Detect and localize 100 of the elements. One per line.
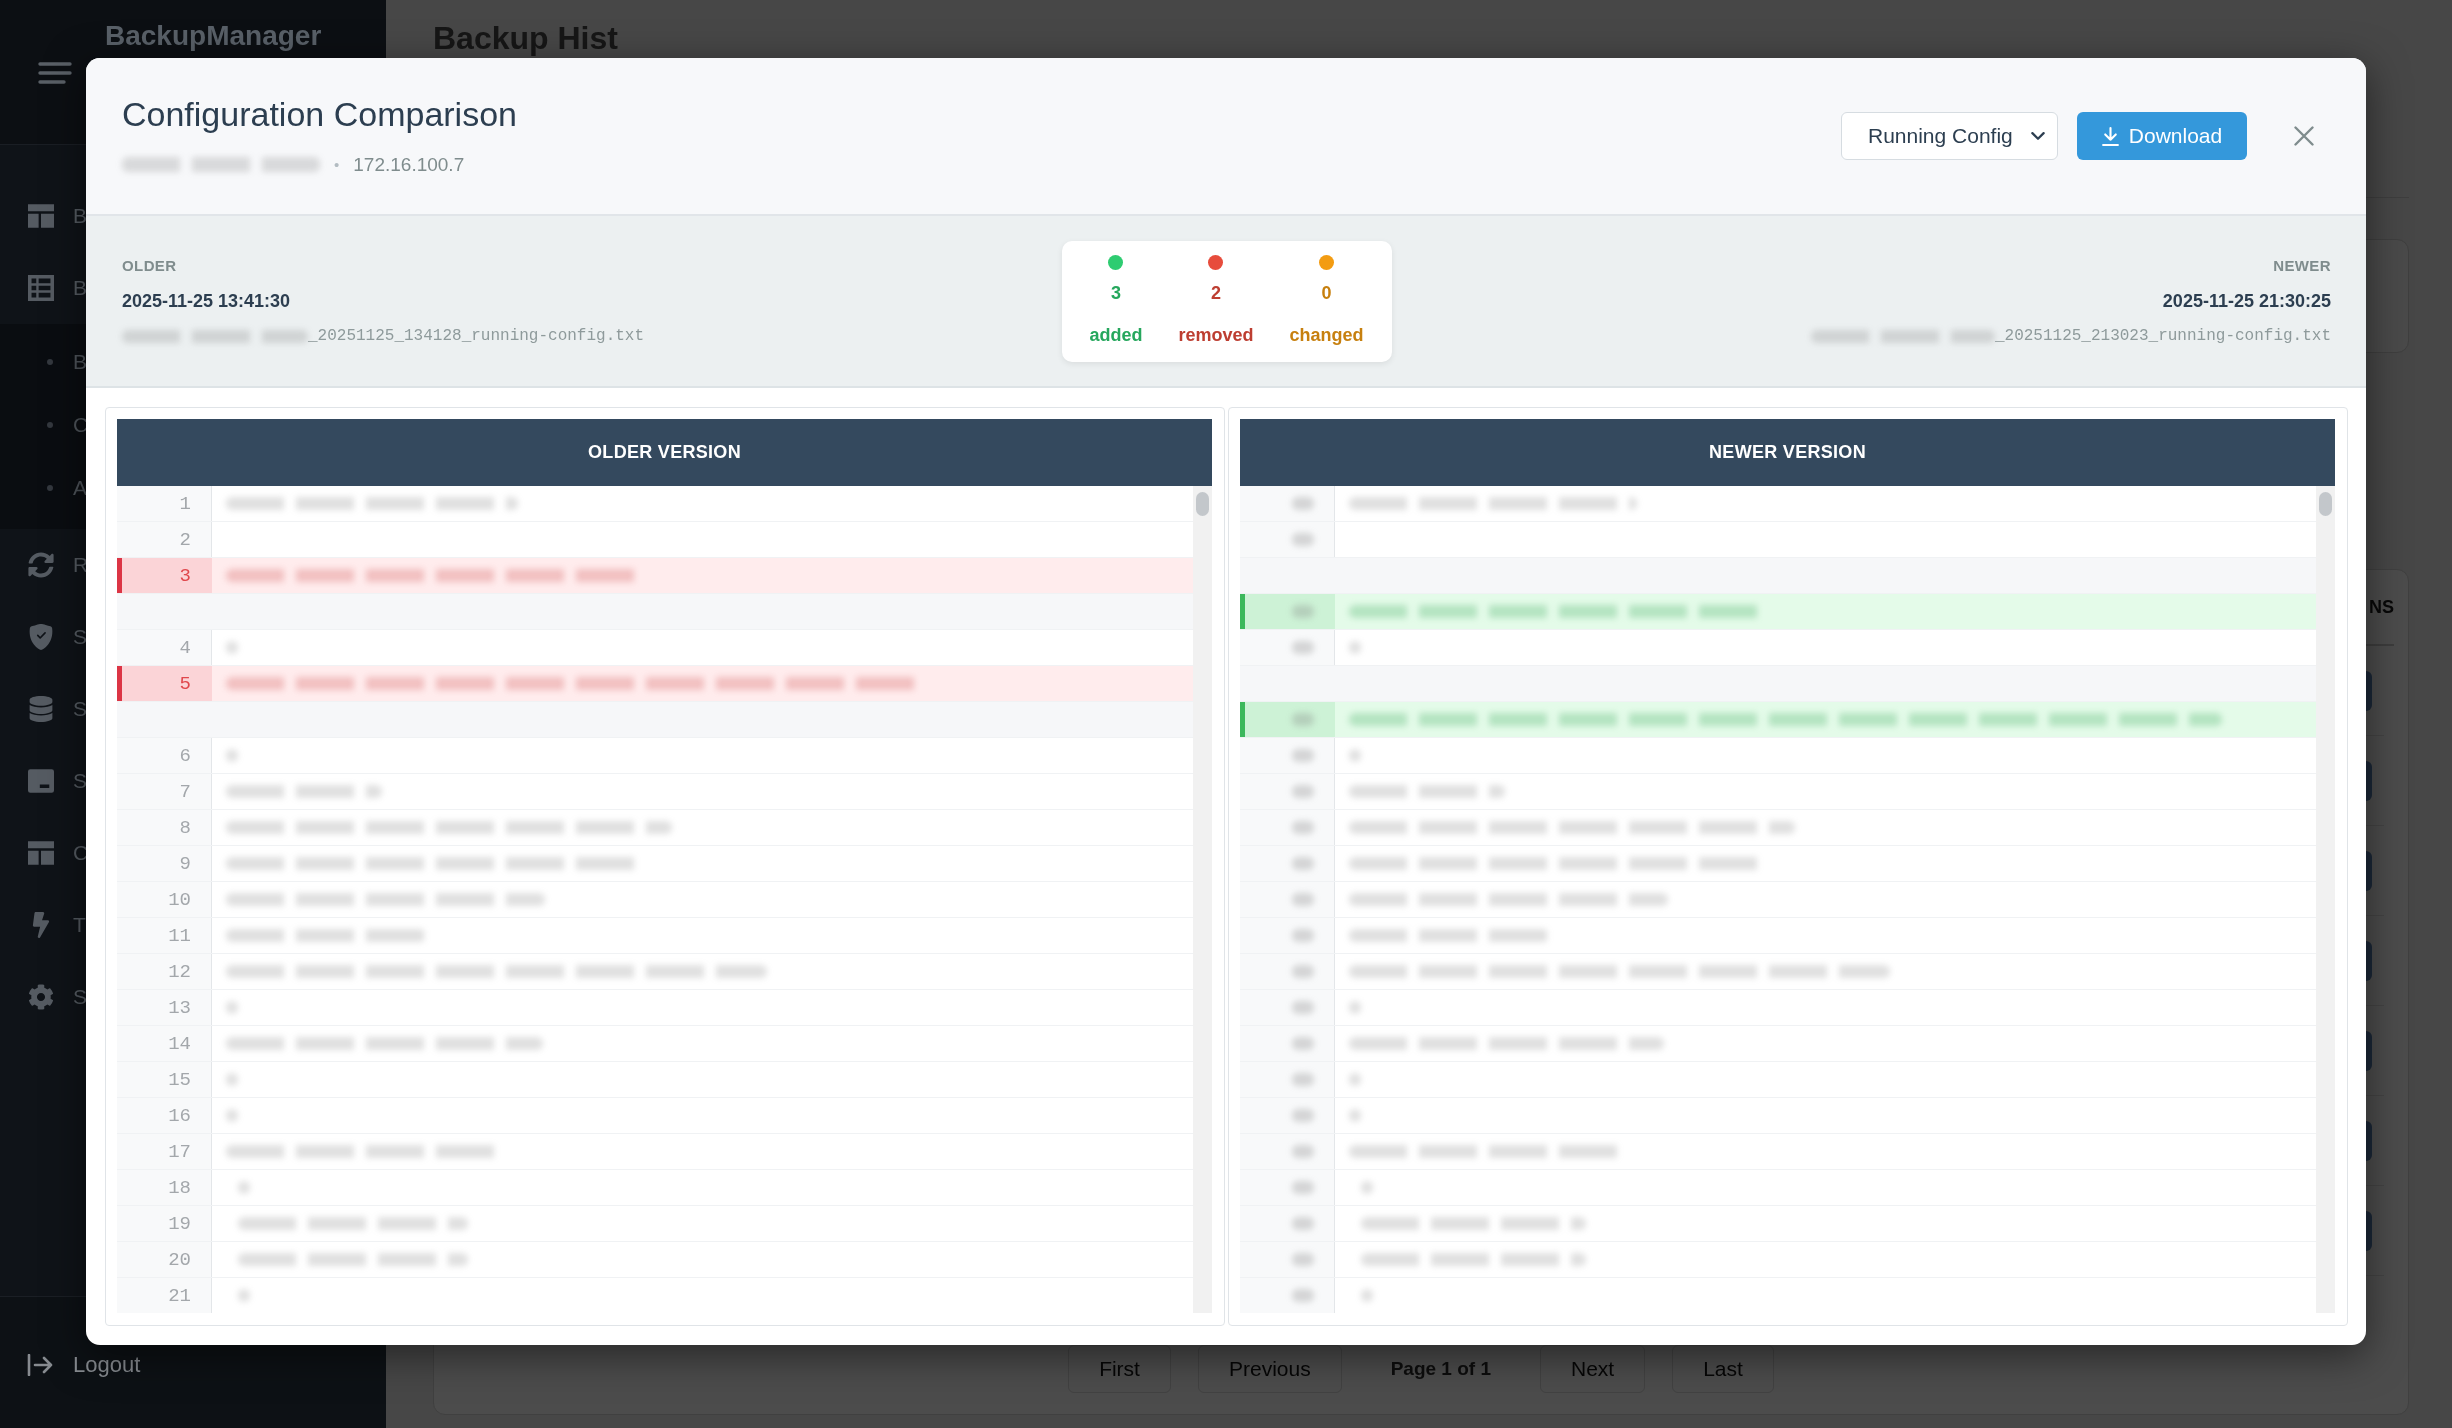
file-name: _20251125_213023_running-config.txt — [1994, 326, 2331, 346]
blurred-text — [226, 1073, 238, 1086]
line-number: 8 — [179, 815, 191, 840]
blurred-line-number — [1292, 1109, 1314, 1122]
line-number: 5 — [179, 671, 191, 696]
blurred-text — [226, 1001, 238, 1014]
change-label: removed — [1178, 323, 1254, 347]
blurred-line-number — [1292, 821, 1314, 834]
app-title: BackupManager — [105, 22, 322, 50]
timestamp: 2025-11-25 21:30:25 — [2162, 290, 2331, 313]
scrollbar[interactable] — [1193, 486, 1212, 1313]
nav-item[interactable]: S — [28, 619, 87, 655]
nav-item[interactable]: S — [28, 691, 87, 727]
subtitle-separator: • — [334, 154, 340, 175]
pane-header: OLDER VERSION — [117, 419, 1212, 486]
database-icon — [28, 696, 54, 722]
download-button[interactable]: Download — [2077, 112, 2247, 160]
dialog-title: Configuration Comparison — [122, 93, 517, 134]
line-number: 11 — [168, 923, 191, 948]
blurred-text — [238, 1289, 250, 1302]
nav-item[interactable]: S — [28, 763, 87, 799]
bullet-icon — [47, 358, 53, 365]
change-count: 3 — [1110, 281, 1121, 305]
blurred-line-number — [1292, 641, 1314, 654]
blurred-line-number — [1292, 929, 1314, 942]
column-header: NS — [2369, 596, 2394, 618]
blurred-line-number — [1292, 1073, 1314, 1086]
layout-icon — [28, 204, 54, 228]
blurred-text — [1349, 1109, 1361, 1122]
line-number: 19 — [168, 1211, 191, 1236]
blurred-text — [226, 641, 238, 654]
line-number: 10 — [168, 887, 191, 912]
blurred-text — [1361, 1181, 1373, 1194]
nav-item[interactable]: S — [28, 979, 87, 1015]
line-number: 12 — [168, 959, 191, 984]
change-label: changed — [1289, 323, 1364, 347]
nav-subitem[interactable]: A — [47, 471, 87, 504]
line-number: 4 — [179, 635, 191, 660]
blurred-text — [238, 1181, 250, 1194]
line-number: 2 — [179, 527, 191, 552]
nav-item[interactable]: R — [28, 547, 89, 583]
blurred-text — [226, 1109, 238, 1122]
download-icon — [2101, 126, 2119, 146]
blurred-text — [1349, 641, 1361, 654]
nav-item[interactable]: B — [28, 270, 87, 306]
blurred-line-number — [1292, 533, 1314, 546]
version-label: NEWER — [2273, 256, 2331, 276]
timestamp: 2025-11-25 13:41:30 — [122, 290, 291, 313]
logout-link[interactable]: Logout — [27, 1345, 141, 1385]
line-number: 9 — [179, 851, 191, 876]
layout-icon — [28, 841, 54, 865]
line-number: 1 — [179, 491, 191, 516]
nav-subitem[interactable]: B — [47, 345, 87, 378]
scrollbar[interactable] — [2316, 486, 2335, 1313]
blurred-text — [1349, 1001, 1361, 1014]
line-number: 7 — [179, 779, 191, 804]
line-number: 18 — [168, 1175, 191, 1200]
bullet-icon — [47, 484, 53, 491]
blurred-line-number — [1292, 497, 1314, 510]
blurred-line-number — [1292, 713, 1314, 726]
nav-item[interactable]: B — [28, 198, 87, 234]
line-number: 14 — [168, 1031, 191, 1056]
settings-icon — [28, 984, 54, 1010]
chevron-down-icon — [2031, 131, 2045, 141]
drive-icon — [28, 769, 54, 793]
blurred-line-number — [1292, 1289, 1314, 1302]
blurred-line-number — [1292, 1145, 1314, 1158]
blurred-line-number — [1292, 785, 1314, 798]
blurred-line-number — [1292, 893, 1314, 906]
blurred-text — [1349, 1073, 1361, 1086]
menu-icon[interactable] — [38, 62, 72, 84]
bullet-icon — [47, 421, 53, 428]
logout-icon — [27, 1354, 53, 1376]
line-number: 20 — [168, 1247, 191, 1272]
config-select[interactable]: Running Config — [1841, 112, 2058, 160]
blurred-line-number — [1292, 1217, 1314, 1230]
line-number: 17 — [168, 1139, 191, 1164]
line-number: 6 — [179, 743, 191, 768]
line-number: 13 — [168, 995, 191, 1020]
change-count: 0 — [1321, 281, 1332, 305]
blurred-text — [1349, 749, 1361, 762]
ip-address: 172.16.100.7 — [353, 152, 465, 177]
blurred-line-number — [1292, 605, 1314, 618]
line-number: 15 — [168, 1067, 191, 1092]
line-number: 16 — [168, 1103, 191, 1128]
sync-icon — [28, 552, 54, 578]
close-icon — [2294, 126, 2314, 146]
nav-item[interactable]: T — [28, 907, 86, 943]
shield-check-icon — [28, 624, 54, 650]
pane-header: NEWER VERSION — [1240, 419, 2335, 486]
blurred-line-number — [1292, 749, 1314, 762]
blurred-line-number — [1292, 965, 1314, 978]
blurred-line-number — [1292, 857, 1314, 870]
blurred-text — [1361, 1289, 1373, 1302]
file-name: _20251125_134128_running-config.txt — [308, 326, 645, 346]
change-count: 2 — [1211, 281, 1221, 305]
blurred-line-number — [1292, 1037, 1314, 1050]
blurred-line-number — [1292, 1181, 1314, 1194]
blurred-text — [226, 749, 238, 762]
page-status: Page 1 of 1 — [1390, 1358, 1491, 1380]
